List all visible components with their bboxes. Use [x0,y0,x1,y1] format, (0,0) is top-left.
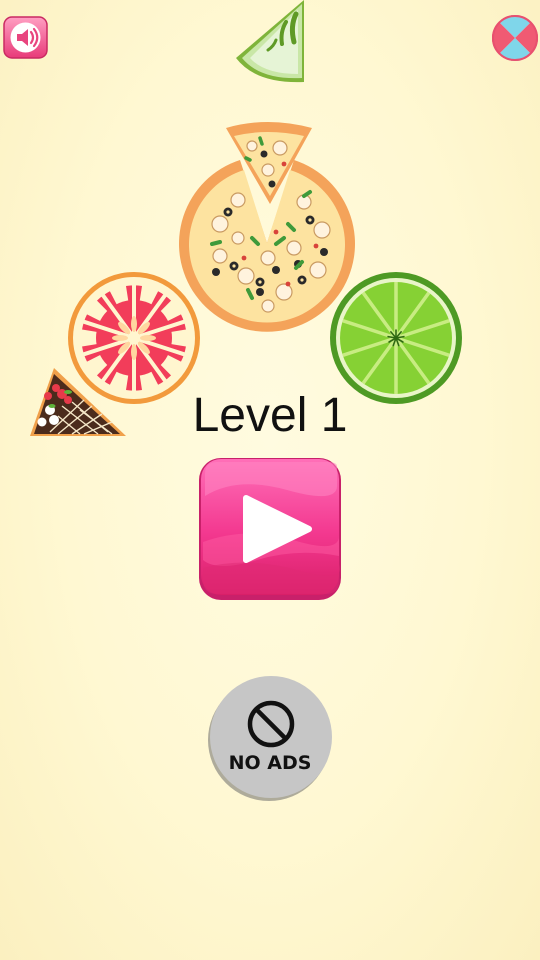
speaker-icon [10,22,41,53]
lime-wedge-decoration [236,0,304,83]
no-ads-label: NO ADS [228,752,312,774]
level-title: Level 1 [192,389,348,442]
play-button[interactable] [197,456,343,602]
close-icon [492,15,538,61]
game-start-screen: { "header": { "sound_icon": "speaker-ico… [0,0,540,960]
close-button[interactable] [491,14,539,62]
no-ads-button[interactable] [207,675,333,801]
sound-toggle-button[interactable] [3,16,48,59]
